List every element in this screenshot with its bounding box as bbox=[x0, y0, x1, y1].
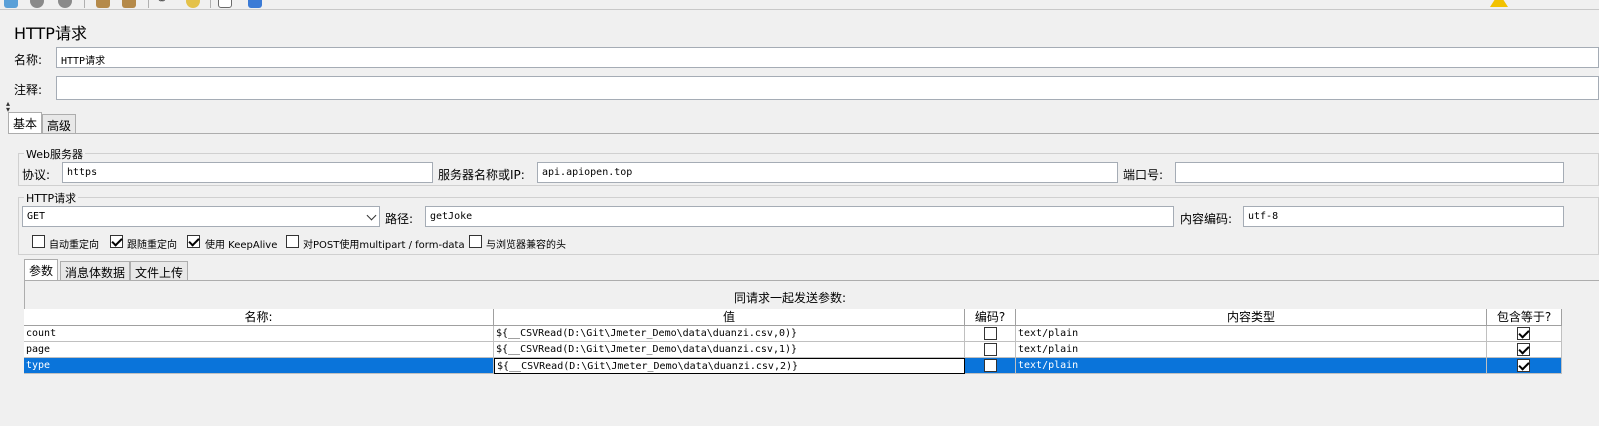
name-label: 名称: bbox=[14, 53, 43, 67]
column-header-content-type[interactable]: 内容类型 bbox=[1016, 309, 1487, 326]
param-content-type-cell[interactable]: text/plain bbox=[1016, 326, 1487, 342]
method-select-value: GET bbox=[27, 211, 46, 222]
encode-checkbox[interactable] bbox=[984, 343, 997, 356]
param-name-cell[interactable]: page bbox=[24, 342, 494, 358]
column-header-include-equals[interactable]: 包含等于? bbox=[1487, 309, 1562, 326]
param-name-cell[interactable]: count bbox=[24, 326, 494, 342]
stop-icon[interactable] bbox=[30, 0, 44, 8]
comment-label: 注释: bbox=[14, 83, 43, 97]
encode-checkbox[interactable] bbox=[984, 359, 997, 372]
path-label: 路径: bbox=[385, 212, 414, 226]
page-title: HTTP请求 bbox=[14, 24, 87, 43]
warning-icon[interactable] bbox=[1490, 0, 1508, 7]
encoding-field-value: utf-8 bbox=[1248, 211, 1279, 222]
keepalive-checkbox[interactable] bbox=[187, 235, 200, 248]
protocol-field[interactable]: https bbox=[62, 162, 433, 183]
comment-field[interactable] bbox=[56, 76, 1599, 100]
browser-headers-label: 与浏览器兼容的头 bbox=[486, 240, 566, 251]
help-icon[interactable] bbox=[248, 0, 262, 8]
param-content-type-cell[interactable]: text/plain bbox=[1016, 358, 1487, 374]
keepalive-label: 使用 KeepAlive bbox=[205, 240, 278, 251]
tab-panel-border bbox=[8, 133, 1599, 134]
toolbar: ⚭ ⌃ bbox=[0, 0, 1599, 10]
param-content-type-cell[interactable]: text/plain bbox=[1016, 342, 1487, 358]
collapse-icon[interactable]: ⌃ bbox=[1532, 0, 1544, 8]
name-field-value: HTTP请求 bbox=[61, 56, 106, 67]
port-field[interactable] bbox=[1175, 162, 1564, 183]
path-field[interactable]: getJoke bbox=[425, 206, 1174, 227]
tab-basic-label: 基本 bbox=[13, 117, 38, 131]
parameters-table-title: 同请求一起发送参数: bbox=[734, 291, 847, 305]
port-label: 端口号: bbox=[1123, 168, 1164, 182]
protocol-label: 协议: bbox=[22, 168, 51, 182]
search-icon[interactable]: ⚭ bbox=[156, 0, 168, 8]
include-equals-checkbox[interactable] bbox=[1517, 359, 1530, 372]
follow-redirect-label: 跟随重定向 bbox=[127, 240, 177, 251]
auto-redirect-checkbox[interactable] bbox=[32, 235, 45, 248]
follow-redirect-checkbox[interactable] bbox=[110, 235, 123, 248]
column-header-value[interactable]: 值 bbox=[494, 309, 965, 326]
tab-body-data-label: 消息体数据 bbox=[65, 266, 126, 280]
web-server-group-title: Web服务器 bbox=[24, 146, 85, 162]
clear-all-icon[interactable] bbox=[122, 0, 136, 8]
multipart-checkbox[interactable] bbox=[286, 235, 299, 248]
path-field-value: getJoke bbox=[430, 211, 473, 222]
server-name-label: 服务器名称或IP: bbox=[438, 168, 525, 182]
function-helper-icon[interactable] bbox=[218, 0, 232, 8]
auto-redirect-label: 自动重定向 bbox=[49, 240, 99, 251]
reset-search-icon[interactable] bbox=[186, 0, 200, 8]
param-value-cell[interactable]: ${__CSVRead(D:\Git\Jmeter_Demo\data\duan… bbox=[494, 342, 965, 358]
include-equals-checkbox[interactable] bbox=[1517, 343, 1530, 356]
browser-headers-checkbox[interactable] bbox=[469, 235, 482, 248]
tab-parameters[interactable]: 参数 bbox=[24, 259, 59, 281]
server-name-field[interactable]: api.apiopen.top bbox=[537, 162, 1118, 183]
protocol-field-value: https bbox=[67, 167, 98, 178]
clear-icon[interactable] bbox=[96, 0, 110, 8]
encode-checkbox[interactable] bbox=[984, 327, 997, 340]
include-equals-checkbox[interactable] bbox=[1517, 327, 1530, 340]
encoding-label: 内容编码: bbox=[1180, 212, 1233, 226]
column-header-encode[interactable]: 编码? bbox=[965, 309, 1016, 326]
multipart-label: 对POST使用multipart / form-data bbox=[303, 240, 465, 251]
server-name-field-value: api.apiopen.top bbox=[542, 167, 633, 178]
chevron-down-icon bbox=[366, 210, 377, 221]
tab-body-data[interactable]: 消息体数据 bbox=[60, 261, 131, 281]
tab-file-upload[interactable]: 文件上传 bbox=[130, 261, 189, 281]
tab-basic[interactable]: 基本 bbox=[8, 112, 43, 134]
http-request-group-title: HTTP请求 bbox=[24, 190, 79, 206]
tab-file-upload-label: 文件上传 bbox=[135, 266, 184, 280]
tab-advanced-label: 高级 bbox=[47, 119, 72, 133]
name-field[interactable]: HTTP请求 bbox=[56, 47, 1599, 68]
encoding-field[interactable]: utf-8 bbox=[1243, 206, 1564, 227]
tab-parameters-label: 参数 bbox=[29, 264, 54, 278]
column-header-name[interactable]: 名称: bbox=[24, 309, 494, 326]
param-value-cell-editing[interactable]: ${__CSVRead(D:\Git\Jmeter_Demo\data\duan… bbox=[494, 358, 965, 374]
table-empty-area[interactable] bbox=[24, 374, 1562, 426]
tab-advanced[interactable]: 高级 bbox=[42, 114, 77, 134]
shutdown-icon[interactable] bbox=[58, 0, 72, 8]
method-select[interactable]: GET bbox=[22, 206, 380, 227]
param-name-cell[interactable]: type bbox=[24, 358, 494, 374]
param-value-cell[interactable]: ${__CSVRead(D:\Git\Jmeter_Demo\data\duan… bbox=[494, 326, 965, 342]
run-icon[interactable] bbox=[4, 0, 18, 8]
